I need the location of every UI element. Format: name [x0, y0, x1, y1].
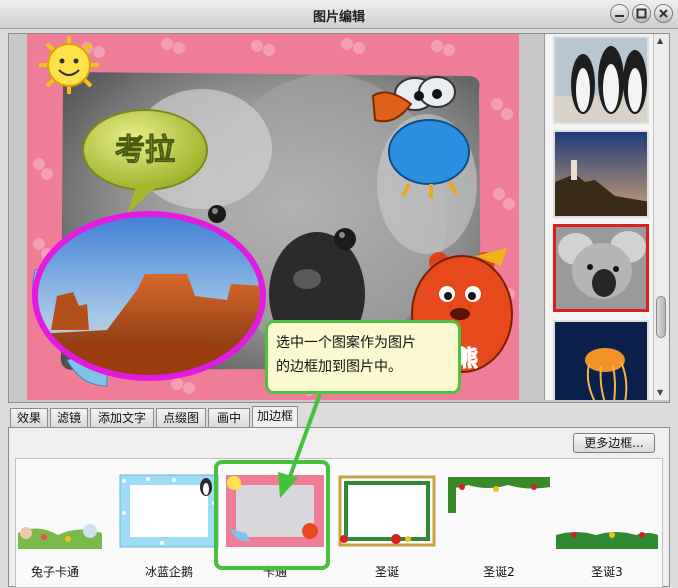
close-icon — [659, 9, 668, 18]
tab-add-frame[interactable]: 加边框 — [252, 406, 298, 428]
ice-penguin-frame-preview — [119, 474, 219, 548]
thumbnail-koala[interactable] — [553, 224, 649, 312]
frame-item-rabbit-cartoon[interactable] — [18, 473, 120, 549]
thumbnail-scrollbar[interactable]: ▲ ▼ — [653, 34, 669, 400]
scrollbar-thumb[interactable] — [656, 296, 666, 338]
more-frames-button[interactable]: 更多边框... — [573, 433, 655, 453]
tab-picture-in-picture[interactable]: 画中画 — [208, 408, 250, 443]
frame-label-rabbit-cartoon: 兔子卡通 — [30, 565, 79, 579]
thumbnail-penguins[interactable] — [553, 36, 649, 124]
minimize-button[interactable] — [610, 4, 629, 23]
window-title: 图片编辑 — [312, 10, 365, 25]
callout-line-2: 的边框加到图片中。 — [276, 359, 402, 375]
rabbit-cartoon-frame-preview — [18, 473, 120, 549]
sun-sticker — [39, 36, 99, 94]
maximize-button[interactable] — [632, 4, 651, 23]
selected-frame-highlight — [214, 460, 330, 570]
christmas-frame-preview — [338, 475, 436, 547]
thumbnail-list[interactable]: ▲ ▼ — [544, 34, 669, 400]
lighthouse-photo — [555, 132, 647, 216]
frame-item-christmas[interactable] — [336, 473, 438, 549]
frame-label-ice-penguin: 冰蓝企鹅 — [144, 565, 193, 579]
thumbnail-jellyfish[interactable] — [553, 320, 649, 400]
scroll-down-icon[interactable]: ▼ — [657, 388, 663, 397]
penguins-photo — [555, 38, 647, 122]
speech-text: 考拉 — [115, 133, 175, 168]
christmas-3-frame-preview — [556, 473, 658, 549]
maximize-icon — [636, 8, 647, 19]
tab-add-text[interactable]: 添加文字 — [90, 408, 154, 427]
thumbnail-lighthouse[interactable] — [553, 130, 649, 218]
jellyfish-photo — [555, 322, 647, 400]
frame-panel: 更多边框... 兔子卡通 冰蓝企鹅 卡通 圣诞 圣诞2 圣诞3 — [8, 427, 670, 588]
tab-decorations[interactable]: 点缀图 — [156, 408, 206, 427]
frame-item-christmas-3[interactable] — [556, 473, 658, 549]
frame-label-christmas-2: 圣诞2 — [483, 565, 515, 579]
frame-item-christmas-2[interactable] — [448, 473, 550, 549]
koala-thumb-photo — [556, 227, 646, 309]
christmas-2-frame-preview — [448, 473, 550, 549]
frame-item-ice-penguin[interactable] — [118, 473, 220, 549]
scroll-up-icon[interactable]: ▲ — [657, 36, 663, 45]
title-bar: 图片编辑 — [0, 0, 678, 29]
tip-callout: 选中一个图案作为图片 的边框加到图片中。 — [265, 320, 461, 394]
frame-label-christmas: 圣诞 — [374, 565, 399, 579]
minimize-icon — [615, 15, 624, 17]
frame-label-christmas-3: 圣诞3 — [591, 565, 623, 579]
frame-list: 兔子卡通 冰蓝企鹅 卡通 圣诞 圣诞2 圣诞3 — [15, 458, 663, 588]
callout-line-1: 选中一个图案作为图片 — [276, 335, 416, 351]
tab-effects[interactable]: 效果 — [10, 408, 48, 427]
tab-filters[interactable]: 滤镜 — [50, 408, 88, 427]
close-button[interactable] — [654, 4, 673, 23]
